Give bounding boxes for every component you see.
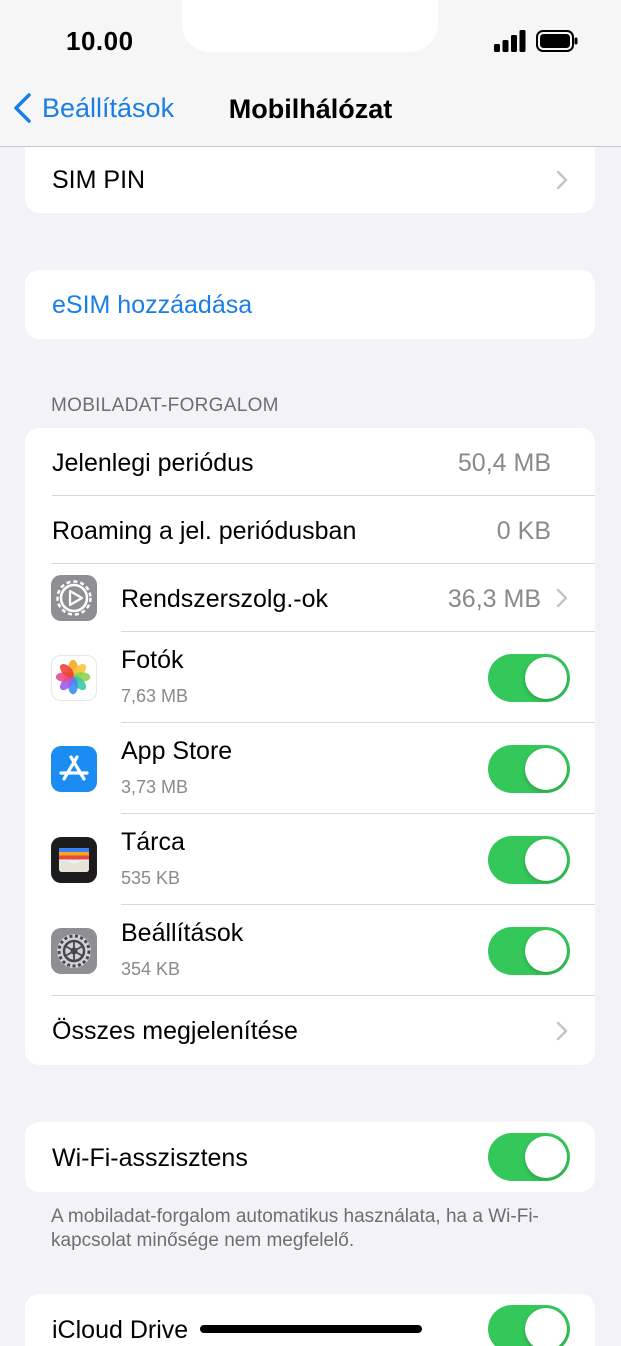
toggle-knob: [525, 1136, 567, 1178]
icloud-drive-label: iCloud Drive: [52, 1316, 189, 1344]
notch: [182, 0, 438, 52]
system-services-row[interactable]: Rendszerszolg.-ok 36,3 MB: [25, 564, 595, 632]
current-period-row: Jelenlegi periódus 50,4 MB: [25, 428, 595, 496]
add-esim-label: eSIM hozzáadása: [52, 291, 253, 319]
current-period-label: Jelenlegi periódus: [52, 449, 254, 477]
toggle-knob: [525, 839, 567, 881]
system-services-value: 36,3 MB: [447, 585, 541, 613]
toggle-knob: [525, 748, 567, 790]
add-esim-button[interactable]: eSIM hozzáadása: [25, 270, 595, 339]
page-title: Mobilhálózat: [228, 94, 393, 124]
wifi-assist-row: Wi-Fi-asszisztens: [25, 1122, 595, 1192]
home-indicator[interactable]: [200, 1325, 422, 1333]
chevron-right-icon: [556, 588, 568, 608]
mobile-data-card: Jelenlegi periódus 50,4 MB Roaming a jel…: [25, 428, 595, 1065]
system-services-label: Rendszerszolg.-ok: [121, 585, 329, 613]
mobile-data-section-header: MOBILADAT-FORGALOM: [51, 395, 279, 416]
wallet-icon: [51, 837, 97, 883]
wifi-assist-card: Wi-Fi-asszisztens: [25, 1122, 595, 1192]
wifi-assist-label: Wi-Fi-asszisztens: [52, 1144, 248, 1172]
app-row-wallet: Tárca 535 KB: [25, 814, 595, 905]
app-name: Fotók: [121, 646, 184, 674]
roaming-row: Roaming a jel. periódusban 0 KB: [25, 496, 595, 564]
app-usage: 535 KB: [121, 868, 181, 888]
navigation-bar: 10.00 Beállítások Mobilhálózat: [0, 0, 621, 147]
app-usage: 3,73 MB: [121, 777, 189, 797]
app-store-icon: [51, 746, 97, 792]
sim-pin-label: SIM PIN: [52, 166, 146, 194]
app-store-toggle[interactable]: [488, 745, 570, 793]
app-row-settings: Beállítások 354 KB: [25, 905, 595, 996]
show-all-row[interactable]: Összes megjelenítése: [25, 996, 595, 1065]
toggle-knob: [525, 1308, 567, 1346]
roaming-value: 0 KB: [496, 517, 551, 545]
photos-icon: [51, 655, 97, 701]
battery-icon: [536, 30, 578, 52]
status-time: 10.00: [66, 26, 134, 56]
current-period-value: 50,4 MB: [457, 449, 551, 477]
wifi-assist-toggle[interactable]: [488, 1133, 570, 1181]
photos-toggle[interactable]: [488, 654, 570, 702]
screen: 10.00 Beállítások Mobilhálózat SIM PIN e…: [0, 0, 621, 1346]
icloud-drive-toggle[interactable]: [488, 1305, 570, 1346]
app-name: App Store: [121, 737, 233, 765]
app-row-app-store: App Store 3,73 MB: [25, 723, 595, 814]
app-name: Tárca: [121, 828, 185, 856]
show-all-label: Összes megjelenítése: [52, 1017, 298, 1045]
toggle-knob: [525, 930, 567, 972]
app-name: Beállítások: [121, 919, 244, 947]
wallet-toggle[interactable]: [488, 836, 570, 884]
settings-icon: [51, 928, 97, 974]
icloud-drive-row: iCloud Drive: [25, 1294, 595, 1346]
roaming-label: Roaming a jel. periódusban: [52, 517, 357, 545]
toggle-knob: [525, 657, 567, 699]
chevron-right-icon: [556, 1021, 568, 1041]
app-row-photos: Fotók 7,63 MB: [25, 632, 595, 723]
chevron-right-icon: [556, 170, 568, 190]
app-usage: 7,63 MB: [121, 686, 189, 706]
wifi-assist-footnote: A mobiladat-forgalom automatikus használ…: [51, 1206, 539, 1251]
icloud-drive-card: iCloud Drive: [25, 1294, 595, 1346]
esim-card: eSIM hozzáadása: [25, 270, 595, 339]
system-services-icon: [51, 575, 97, 621]
app-usage: 354 KB: [121, 959, 181, 979]
sim-pin-row[interactable]: SIM PIN: [25, 146, 595, 213]
cellular-signal-icon: [494, 30, 526, 52]
settings-toggle[interactable]: [488, 927, 570, 975]
